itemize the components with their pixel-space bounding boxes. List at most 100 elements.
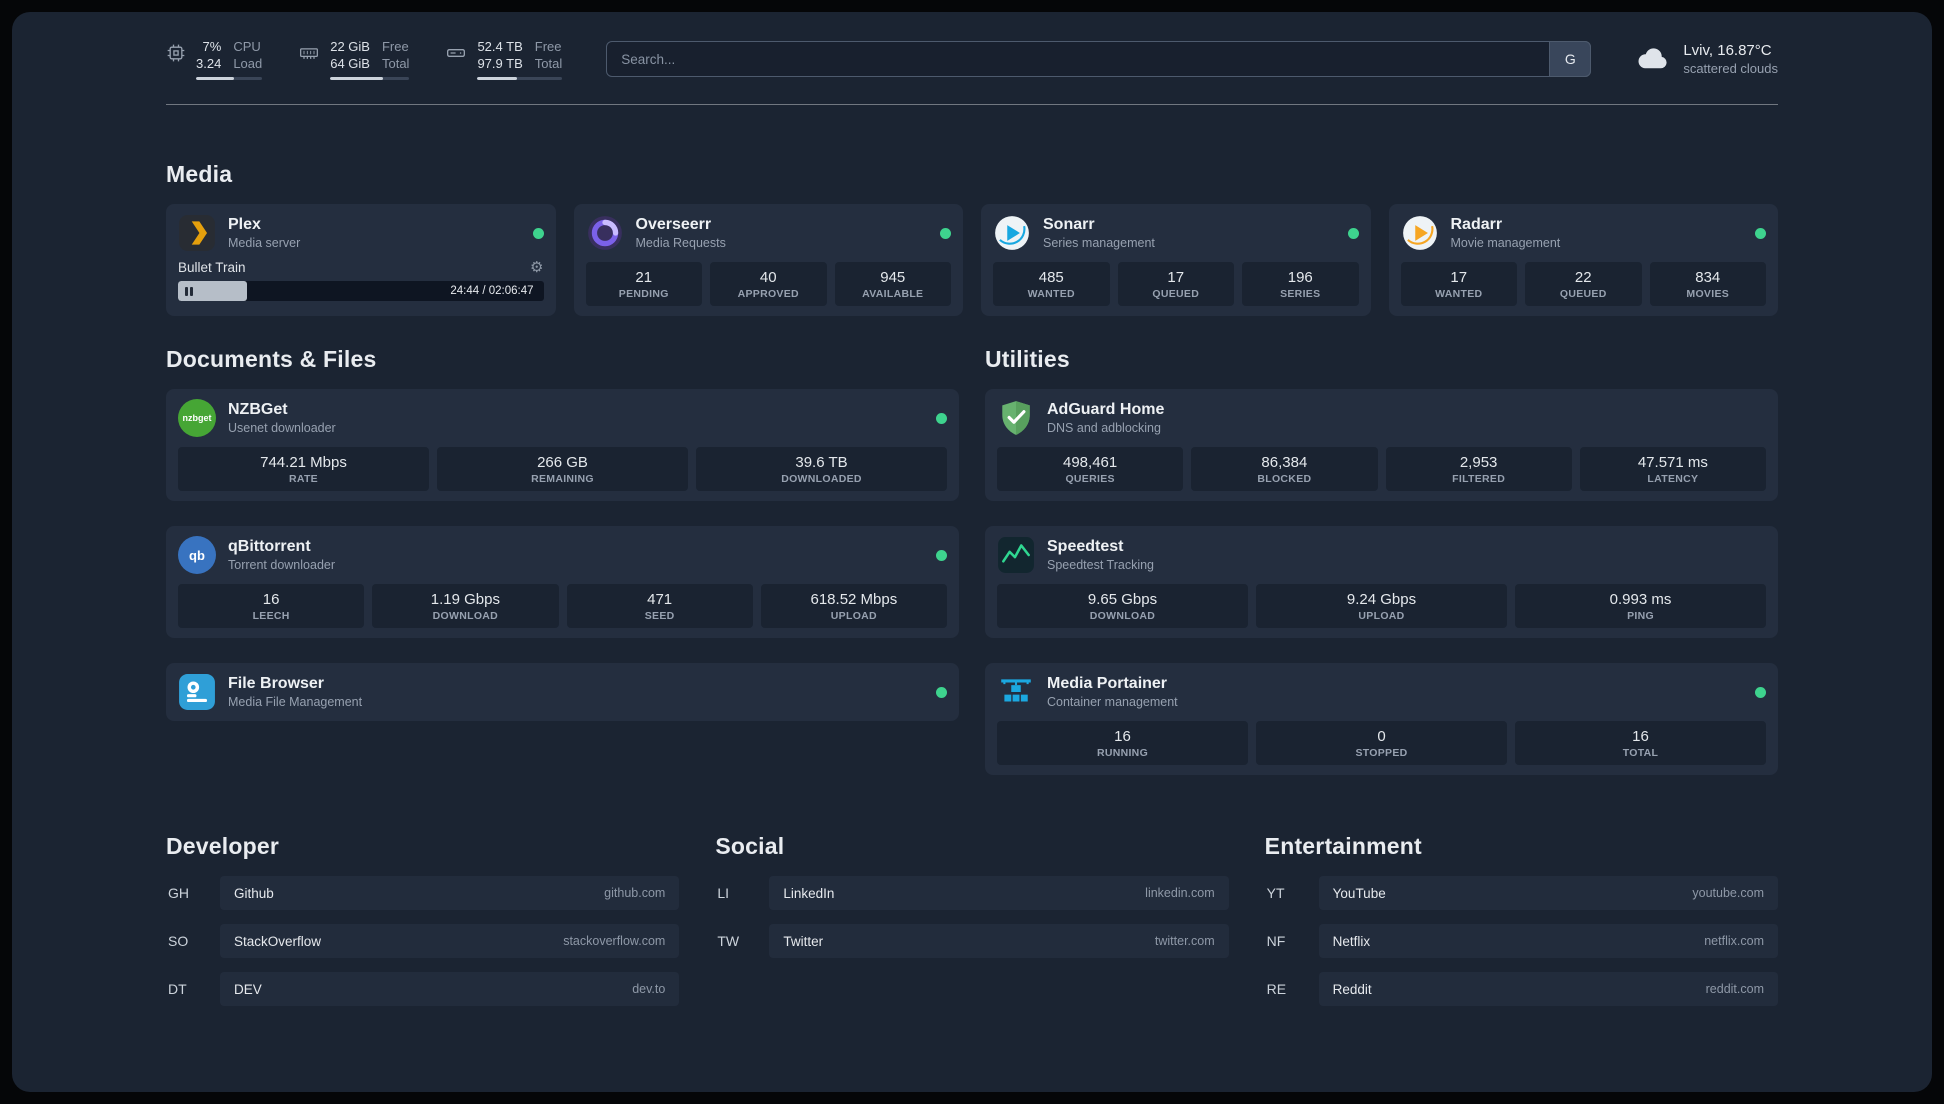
service-card-overseerr[interactable]: Overseerr Media Requests 21 PENDING 40 A… (573, 204, 963, 316)
stat-movies: 834 MOVIES (1649, 262, 1766, 306)
stat-value: 485 (1038, 269, 1064, 286)
service-card-adguard[interactable]: AdGuard Home DNS and adblocking 498,461 … (985, 389, 1778, 501)
bookmark-link-netflix[interactable]: Netflix netflix.com (1318, 924, 1778, 958)
bookmark-row: SO StackOverflow stackoverflow.com (166, 924, 680, 958)
bookmark-link-youtube[interactable]: YouTube youtube.com (1318, 876, 1778, 910)
stat-remaining: 266 GB REMAINING (437, 447, 688, 491)
stat-ping: 0.993 ms PING (1515, 584, 1766, 628)
bookmark-url: dev.to (632, 982, 666, 996)
section-title-entertainment: Entertainment (1264, 833, 1422, 859)
service-card-radarr[interactable]: Radarr Movie management 17 WANTED 22 QUE… (1388, 204, 1778, 316)
stat-value: 618.52 Mbps (810, 591, 898, 608)
status-dot-online (940, 227, 951, 239)
service-name: Media Portainer (1047, 675, 1168, 692)
service-name: Plex (228, 216, 261, 233)
service-subtitle: Movie management (1450, 236, 1561, 250)
search-input[interactable] (606, 41, 1592, 77)
search-provider-button[interactable]: G (1549, 41, 1592, 77)
settings-gear-icon[interactable]: ⚙ (530, 260, 543, 275)
pause-icon[interactable] (185, 286, 193, 296)
stat-label: SERIES (1280, 288, 1321, 300)
bookmark-url: stackoverflow.com (563, 934, 666, 948)
stat-value: 0 (1377, 728, 1386, 745)
speedtest-icon (997, 536, 1035, 574)
bookmark-name: StackOverflow (234, 933, 322, 949)
bookmark-abbr: YT (1266, 885, 1285, 901)
service-card-sonarr[interactable]: Sonarr Series management 485 WANTED 17 Q… (981, 204, 1371, 316)
stat-value: 9.65 Gbps (1087, 591, 1158, 608)
service-card-filebrowser[interactable]: File Browser Media File Management (166, 663, 959, 721)
stat-label: BLOCKED (1257, 473, 1312, 485)
service-card-speedtest[interactable]: Speedtest Speedtest Tracking 9.65 Gbps D… (985, 526, 1778, 638)
stat-label: SEED (644, 610, 675, 622)
bookmark-link-dev[interactable]: DEV dev.to (220, 972, 680, 1006)
bookmark-link-twitter[interactable]: Twitter twitter.com (769, 924, 1229, 958)
status-dot-online (1755, 227, 1766, 239)
bookmark-name: DEV (234, 981, 262, 997)
bookmark-link-github[interactable]: Github github.com (220, 876, 680, 910)
stat-running: 16 RUNNING (997, 721, 1248, 765)
service-name: Sonarr (1043, 216, 1095, 233)
cpu-icon (166, 38, 186, 63)
cpu-widget: 7% 3.24 CPU Load (166, 38, 263, 80)
weather-location: Lviv, 16.87°C (1683, 42, 1772, 59)
memory-icon (298, 38, 320, 63)
playback-progress-bar[interactable]: 24:44 / 02:06:47 (178, 281, 544, 301)
portainer-icon (997, 673, 1035, 711)
stat-value: 0.993 ms (1609, 591, 1672, 608)
stat-downloaded: 39.6 TB DOWNLOADED (696, 447, 947, 491)
bookmark-url: github.com (604, 886, 666, 900)
service-subtitle: Torrent downloader (228, 558, 336, 572)
disk-widget: 52.4 TB 97.9 TB Free Total (445, 38, 563, 80)
service-card-nzbget[interactable]: nzbget NZBGet Usenet downloader 744.21 M… (166, 389, 959, 501)
weather-widget[interactable]: Lviv, 16.87°C scattered clouds (1635, 42, 1778, 77)
service-name: qBittorrent (228, 538, 311, 555)
stat-label: DOWNLOADED (781, 473, 862, 485)
stat-queries: 498,461 QUERIES (997, 447, 1184, 491)
now-playing-title: Bullet Train (178, 260, 246, 275)
search-bar: G (606, 41, 1592, 77)
service-card-qbittorrent[interactable]: qb qBittorrent Torrent downloader 16 LEE… (166, 526, 959, 638)
status-dot-online (1755, 686, 1766, 698)
bookmark-abbr: NF (1266, 933, 1286, 949)
bookmark-abbr: RE (1266, 981, 1287, 997)
dashboard-panel: 7% 3.24 CPU Load 22 GiB 64 GiB Free Tota… (12, 12, 1932, 1092)
bookmark-link-linkedin[interactable]: LinkedIn linkedin.com (769, 876, 1229, 910)
stat-filtered: 2,953 FILTERED (1385, 447, 1572, 491)
service-card-plex[interactable]: Plex Media server Bullet Train ⚙ 24:44 /… (166, 204, 556, 316)
status-dot-online (1347, 227, 1359, 239)
stat-value: 1.19 Gbps (430, 591, 500, 608)
stat-label: REMAINING (531, 473, 594, 485)
service-subtitle: Media server (228, 236, 301, 250)
bookmark-name: LinkedIn (783, 885, 835, 901)
memory-total-label: Total (381, 56, 410, 71)
service-name: AdGuard Home (1047, 401, 1165, 418)
disk-icon (445, 38, 467, 63)
weather-condition: scattered clouds (1683, 61, 1778, 76)
stat-series: 196 SERIES (1242, 262, 1359, 306)
service-subtitle: Media File Management (228, 695, 363, 709)
section-title-developer: Developer (166, 833, 280, 859)
stat-label: MOVIES (1686, 288, 1730, 300)
qbittorrent-icon: qb (178, 536, 216, 574)
stat-label: UPLOAD (1358, 610, 1405, 622)
service-card-portainer[interactable]: Media Portainer Container management 16 … (985, 663, 1778, 775)
stat-value: 834 (1695, 269, 1721, 286)
cloud-icon (1635, 42, 1671, 77)
stat-value: 17 (1450, 269, 1468, 286)
stat-value: 16 (1114, 728, 1131, 745)
stat-total: 16 TOTAL (1515, 721, 1766, 765)
bookmark-url: netflix.com (1704, 934, 1764, 948)
stat-pending: 21 PENDING (585, 262, 702, 306)
service-subtitle: DNS and adblocking (1047, 421, 1161, 435)
bookmark-link-reddit[interactable]: Reddit reddit.com (1318, 972, 1778, 1006)
service-subtitle: Series management (1043, 236, 1155, 250)
stat-upload: 618.52 Mbps UPLOAD (760, 584, 947, 628)
stat-value: 40 (759, 269, 777, 286)
status-dot-online (936, 686, 947, 698)
bookmark-name: Twitter (783, 933, 824, 949)
disk-usage-bar (477, 77, 563, 80)
bookmark-link-stackoverflow[interactable]: StackOverflow stackoverflow.com (220, 924, 680, 958)
stat-queued: 17 QUEUED (1117, 262, 1234, 306)
stat-label: FILTERED (1452, 473, 1506, 485)
